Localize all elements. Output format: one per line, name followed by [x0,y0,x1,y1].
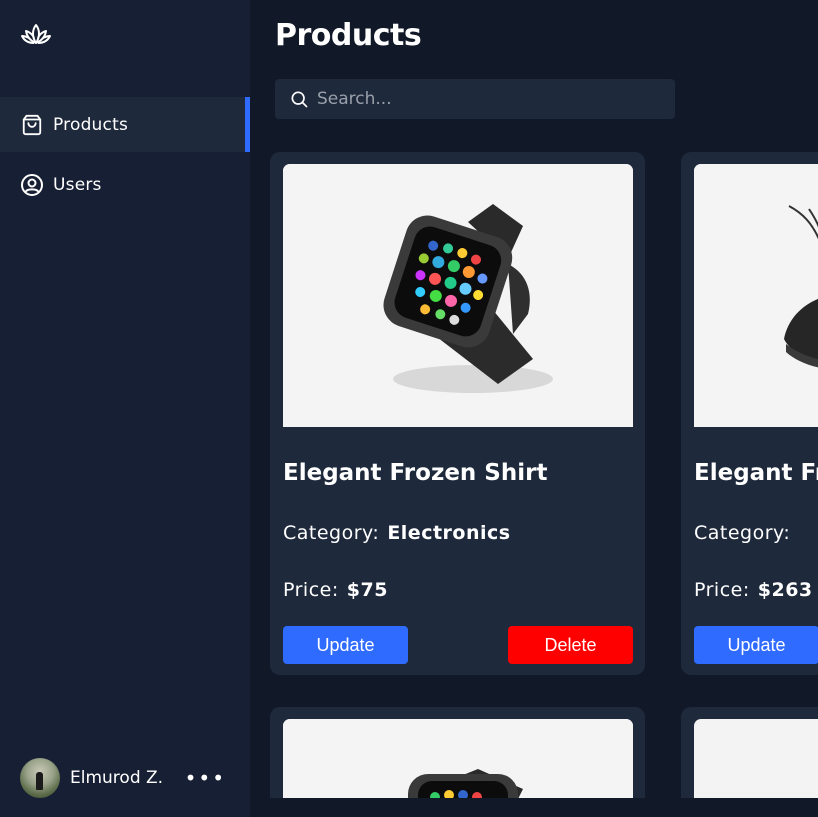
search-bar[interactable] [275,79,675,119]
sidebar-item-products[interactable]: Products [0,97,250,152]
delete-button[interactable]: Delete [508,626,633,664]
smartwatch-image [283,164,633,427]
page-edge [250,798,818,817]
search-icon [291,91,308,108]
product-price: Price: $75 [283,579,388,601]
sidebar-item-users[interactable]: Users [0,157,250,212]
product-card: Elegant Frozen Shirt Category: Electronic… [270,152,645,675]
product-price: Price: $263 [694,579,813,601]
category-label: Category: [283,522,380,544]
page-title: Products [275,18,422,53]
price-label: Price: [283,579,339,601]
sidebar-item-label: Users [53,174,102,195]
avatar[interactable] [20,758,60,798]
lotus-icon[interactable] [20,22,52,48]
update-button[interactable]: Update [694,626,818,664]
category-label: Category: [694,522,791,544]
price-label: Price: [694,579,750,601]
user-name: Elmurod Z. [70,768,164,788]
sidebar-item-label: Products [53,114,129,135]
product-title: Elegant Frozen Shirt [283,460,548,486]
sidebar: Products Users Elmurod Z. ••• [0,0,250,817]
price-value: $75 [346,579,388,601]
product-card: Elegant Fr Category: Price: $263 Update [681,152,818,675]
product-category: Category: [694,522,790,544]
main-content: Products Search... Elegant Frozen Shirt … [250,0,818,817]
shopping-bag-icon [20,113,44,137]
update-button[interactable]: Update [283,626,408,664]
user-profile: Elmurod Z. ••• [20,758,232,798]
product-category: Category: Electronics [283,522,511,544]
more-dots-icon[interactable]: ••• [185,768,226,788]
user-circle-icon [20,173,44,197]
search-input[interactable] [317,89,657,109]
sneaker-image [694,164,818,427]
price-value: $263 [757,579,813,601]
product-title: Elegant Fr [694,460,818,486]
category-value: Electronics [387,522,511,544]
